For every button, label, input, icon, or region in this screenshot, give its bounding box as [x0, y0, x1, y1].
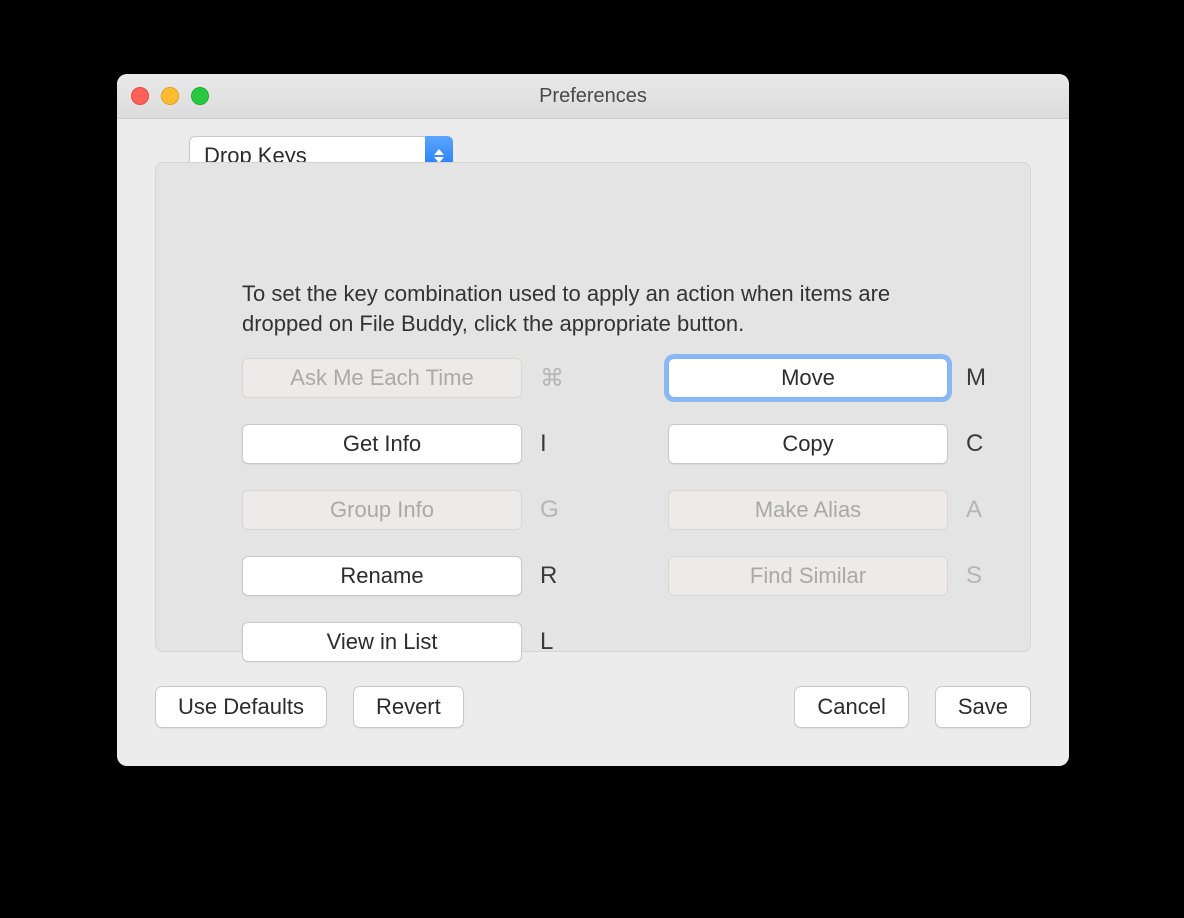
key-shortcut: R	[540, 562, 564, 590]
key-row: Make Alias A	[668, 491, 998, 529]
key-button-label: Rename	[340, 563, 423, 589]
key-row: Move M	[668, 359, 998, 397]
key-shortcut: A	[966, 496, 990, 524]
key-button-label: Ask Me Each Time	[290, 365, 473, 391]
find-similar-button: Find Similar	[668, 556, 948, 596]
traffic-lights	[131, 87, 209, 105]
move-button[interactable]: Move	[668, 358, 948, 398]
drop-keys-group: To set the key combination used to apply…	[155, 162, 1031, 652]
key-shortcut: G	[540, 496, 564, 524]
key-button-label: Copy	[782, 431, 833, 457]
footer: Use Defaults Revert Cancel Save	[155, 686, 1031, 728]
preferences-window: Preferences Drop Keys To set the key com…	[117, 74, 1069, 766]
key-button-label: Group Info	[330, 497, 434, 523]
key-button-label: Get Info	[343, 431, 421, 457]
key-column-left: Ask Me Each Time ⌘ Get Info I Group Info	[242, 359, 572, 661]
key-grid: Ask Me Each Time ⌘ Get Info I Group Info	[242, 359, 1034, 661]
zoom-icon[interactable]	[191, 87, 209, 105]
get-info-button[interactable]: Get Info	[242, 424, 522, 464]
key-row: Copy C	[668, 425, 998, 463]
key-column-right: Move M Copy C Make Alias	[668, 359, 998, 661]
view-in-list-button[interactable]: View in List	[242, 622, 522, 662]
key-row: View in List L	[242, 623, 572, 661]
copy-button[interactable]: Copy	[668, 424, 948, 464]
key-row: Rename R	[242, 557, 572, 595]
key-row: Group Info G	[242, 491, 572, 529]
rename-button[interactable]: Rename	[242, 556, 522, 596]
key-shortcut: ⌘	[540, 364, 564, 393]
key-button-label: Make Alias	[755, 497, 861, 523]
key-shortcut: I	[540, 430, 564, 458]
key-shortcut: S	[966, 562, 990, 590]
footer-left: Use Defaults Revert	[155, 686, 464, 728]
button-label: Save	[958, 694, 1008, 720]
button-label: Use Defaults	[178, 694, 304, 720]
key-shortcut: M	[966, 364, 990, 392]
button-label: Revert	[376, 694, 441, 720]
use-defaults-button[interactable]: Use Defaults	[155, 686, 327, 728]
window-title: Preferences	[539, 85, 647, 108]
key-row: Find Similar S	[668, 557, 998, 595]
key-row: Get Info I	[242, 425, 572, 463]
key-shortcut: L	[540, 628, 564, 656]
make-alias-button: Make Alias	[668, 490, 948, 530]
description-text: To set the key combination used to apply…	[242, 279, 960, 339]
save-button[interactable]: Save	[935, 686, 1031, 728]
key-shortcut: C	[966, 430, 990, 458]
titlebar: Preferences	[117, 74, 1069, 119]
cancel-button[interactable]: Cancel	[794, 686, 908, 728]
key-button-label: Find Similar	[750, 563, 866, 589]
key-button-label: View in List	[327, 629, 438, 655]
window-body: Drop Keys To set the key combination use…	[117, 118, 1069, 766]
revert-button[interactable]: Revert	[353, 686, 464, 728]
close-icon[interactable]	[131, 87, 149, 105]
group-info-button: Group Info	[242, 490, 522, 530]
footer-right: Cancel Save	[794, 686, 1031, 728]
minimize-icon[interactable]	[161, 87, 179, 105]
ask-me-each-time-button: Ask Me Each Time	[242, 358, 522, 398]
button-label: Cancel	[817, 694, 885, 720]
key-button-label: Move	[781, 365, 835, 391]
key-row: Ask Me Each Time ⌘	[242, 359, 572, 397]
